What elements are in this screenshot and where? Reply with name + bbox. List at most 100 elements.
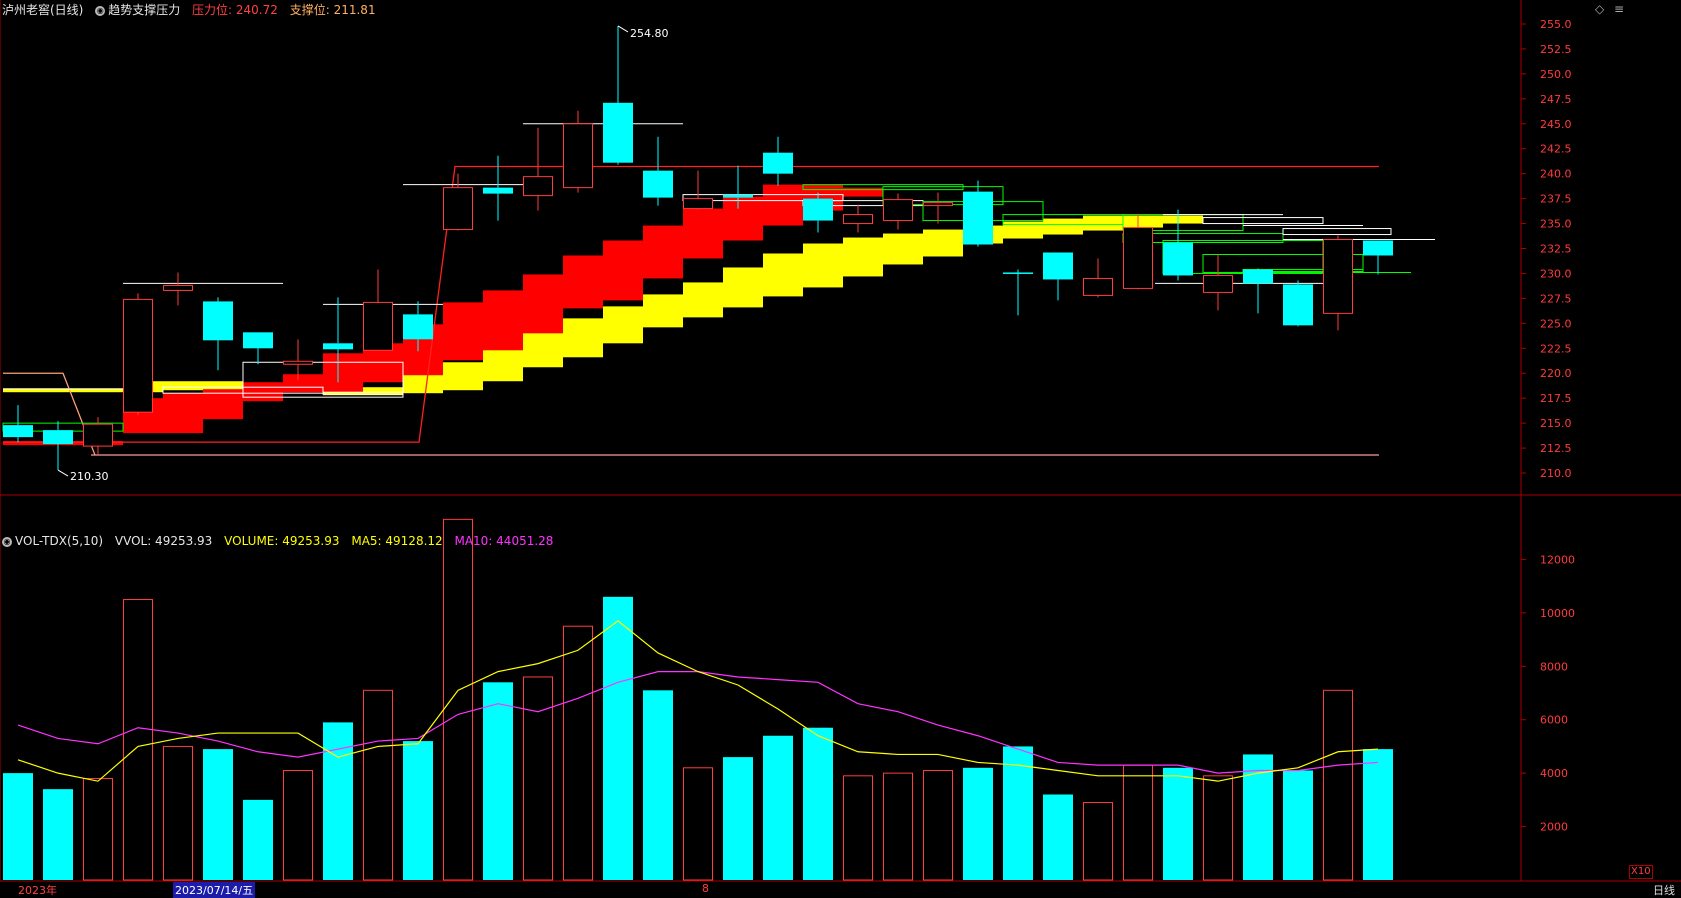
low-pointer	[57, 469, 69, 477]
candle-body-down	[763, 152, 793, 174]
volume-bar-down	[203, 749, 233, 880]
candle-body-up	[1123, 227, 1153, 289]
price-panel-header: 泸州老窖(日线) ◉ 趋势支撑压力 压力位: 240.72 支撑位: 211.81	[2, 1, 376, 18]
volume-bar-up	[363, 689, 393, 881]
candle-body-down	[1163, 242, 1193, 276]
volume-bar-up	[123, 599, 153, 881]
volume-bar-down	[323, 722, 353, 880]
candle-body-down	[643, 170, 673, 198]
candle-body-up	[283, 360, 313, 365]
candle-body-up	[563, 123, 593, 189]
kline-chart: 255.0 252.5 250.0 247.5 245.0 242.5 240.0 237.5…	[0, 0, 1681, 882]
volume-tick-label: 2000	[1540, 821, 1568, 834]
candle-body-down	[3, 425, 33, 438]
trend-bands	[3, 184, 1203, 446]
volume-bar-up	[163, 745, 193, 881]
price-tick-label: 240.0	[1540, 168, 1572, 181]
candle-body-up	[683, 198, 713, 210]
candle-body-down	[1283, 284, 1313, 326]
price-tick-label: 250.0	[1540, 68, 1572, 81]
volume-indicator-name[interactable]: VOL-TDX(5,10)	[15, 534, 103, 548]
low-price-label: 210.30	[70, 470, 109, 483]
indicator-toggle-icon[interactable]: ◉	[2, 537, 12, 547]
volume-bar-up	[1083, 802, 1113, 881]
volume-bar-up	[1203, 775, 1233, 881]
price-tick-label: 232.5	[1540, 243, 1572, 256]
volume-bar-down	[3, 773, 33, 880]
volume-bar-up	[283, 769, 313, 881]
stock-title[interactable]: 泸州老窖(日线)	[2, 3, 83, 17]
candle-body-down	[483, 187, 513, 194]
candle-body-down	[1003, 272, 1033, 274]
candle-body-down	[723, 194, 753, 198]
volume-bar-up	[923, 769, 953, 881]
candle-body-down	[603, 102, 633, 163]
ma10-value: MA10: 44051.28	[454, 534, 554, 548]
indicator-name[interactable]: 趋势支撑压力	[108, 3, 180, 17]
volume-bar-down	[1363, 749, 1393, 880]
candle-body-up	[843, 214, 873, 225]
volume-bar-down	[1043, 794, 1073, 880]
scale-multiplier: X10	[1629, 865, 1653, 879]
volume-bar-down	[643, 690, 673, 880]
ladder-box	[1202, 217, 1324, 225]
price-tick-label: 255.0	[1540, 18, 1572, 31]
volume-bar-down	[963, 767, 993, 880]
price-tick-label: 210.0	[1540, 467, 1572, 480]
volume-bar-up	[1323, 689, 1353, 881]
candle-body-up	[163, 284, 193, 291]
menu-lines-icon[interactable]: ≡	[1614, 2, 1624, 16]
price-tick-label: 247.5	[1540, 93, 1572, 106]
volume-value: VOLUME: 49253.93	[224, 534, 340, 548]
volume-bar-up	[683, 767, 713, 881]
volume-bar-down	[483, 682, 513, 880]
candle-body-up	[1323, 239, 1353, 314]
volume-bar-down	[43, 789, 73, 880]
volume-bar-down	[723, 757, 753, 880]
price-tick-label: 237.5	[1540, 193, 1572, 206]
volume-bars	[3, 518, 1393, 881]
month-label: 8	[702, 882, 709, 895]
volume-tick-label: 8000	[1540, 660, 1568, 673]
support-label: 支撑位: 211.81	[289, 3, 376, 17]
support-band-segment	[1123, 215, 1203, 224]
volume-bar-up	[563, 625, 593, 881]
cursor-date-label: 2023/07/14/五	[173, 882, 256, 898]
price-tick-label: 245.0	[1540, 118, 1572, 131]
candle-body-up	[523, 176, 553, 197]
candle-body-down	[963, 191, 993, 245]
price-tick-label: 222.5	[1540, 342, 1572, 355]
candle-body-up	[443, 187, 473, 231]
candle-body-down	[203, 301, 233, 341]
volume-bar-down	[603, 596, 633, 880]
price-tick-label: 235.0	[1540, 218, 1572, 231]
candle-body-up	[363, 301, 393, 351]
candle-body-up	[1083, 277, 1113, 296]
price-tick-label: 227.5	[1540, 292, 1572, 305]
volume-bar-up	[843, 775, 873, 881]
volume-tick-label: 10000	[1540, 607, 1575, 620]
volume-bar-down	[403, 741, 433, 880]
diamond-icon[interactable]: ◇	[1595, 2, 1604, 16]
volume-tick-label: 4000	[1540, 767, 1568, 780]
price-tick-label: 252.5	[1540, 43, 1572, 56]
period-label[interactable]: 日线	[1653, 882, 1675, 898]
high-price-label: 254.80	[630, 27, 669, 40]
volume-bar-down	[803, 727, 833, 880]
candle-body-up	[123, 298, 153, 413]
candle-body-down	[1043, 252, 1073, 280]
volume-tick-label: 6000	[1540, 714, 1568, 727]
candle-body-down	[243, 332, 273, 349]
candle-body-up	[923, 202, 953, 207]
ladder-box	[1282, 228, 1392, 236]
candle-body-up	[83, 423, 113, 447]
indicator-toggle-icon[interactable]: ◉	[95, 6, 106, 16]
volume-bar-up	[83, 777, 113, 881]
price-tick-label: 242.5	[1540, 143, 1572, 156]
price-tick-label: 225.0	[1540, 317, 1572, 330]
candle-body-down	[803, 198, 833, 221]
candle-body-down	[43, 430, 73, 445]
candle-body-down	[1363, 240, 1393, 256]
volume-bar-up	[523, 676, 553, 881]
candle-body-down	[323, 343, 353, 350]
